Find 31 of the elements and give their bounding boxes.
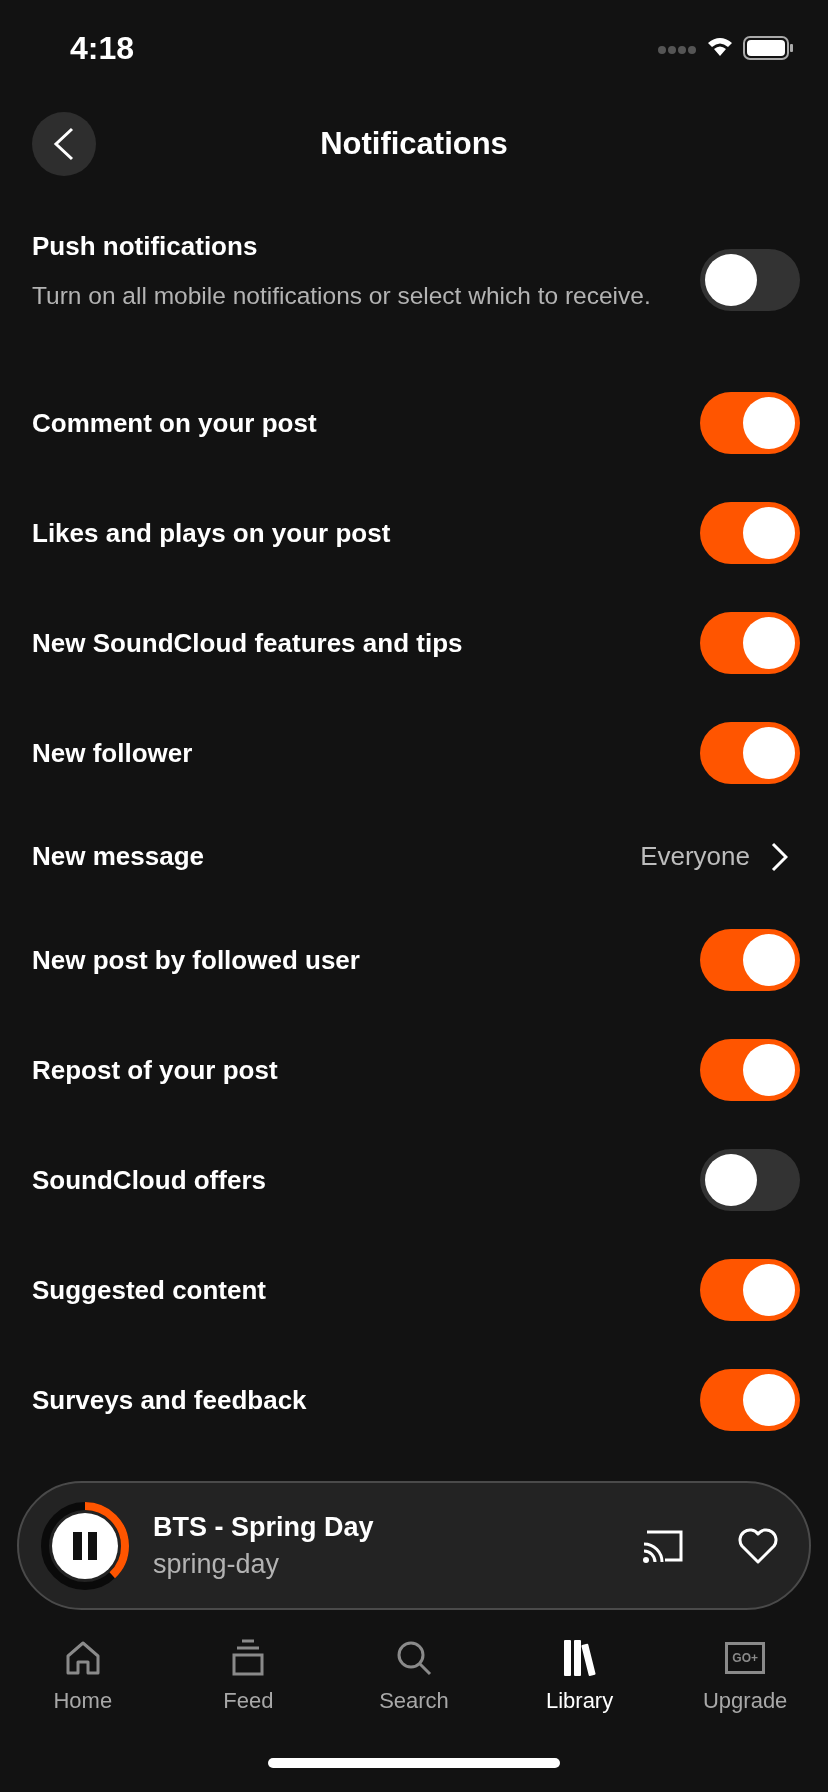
setting-label: Surveys and feedback	[32, 1384, 307, 1416]
setting-value-link[interactable]: Everyone	[640, 841, 800, 872]
battery-icon	[743, 36, 793, 60]
tab-bar-item[interactable]: Home	[7, 1638, 158, 1714]
setting-label: Likes and plays on your post	[32, 517, 391, 549]
setting-label: New post by followed user	[32, 944, 360, 976]
setting-label: New message	[32, 841, 204, 872]
heart-button[interactable]	[737, 1526, 779, 1565]
pause-button[interactable]	[41, 1501, 129, 1590]
chevron-right-icon	[770, 841, 788, 872]
tab-bar-item[interactable]: Feed	[173, 1638, 324, 1714]
mini-player[interactable]: BTS - Spring Day spring-day	[17, 1481, 811, 1610]
setting-label: New follower	[32, 737, 193, 769]
track-title: BTS - Spring Day	[153, 1511, 375, 1543]
tab-bar-item[interactable]: Search	[339, 1638, 489, 1714]
setting-description: Turn on all mobile notifications or select which to receive.	[32, 280, 652, 311]
setting-label: Push notifications	[32, 230, 259, 262]
tab-bar-item[interactable]: Library	[504, 1638, 655, 1714]
status-time: 4:18	[70, 29, 135, 67]
track-subtitle: spring-day	[153, 1548, 281, 1580]
wifi-icon	[708, 38, 732, 56]
go-plus-icon: GO+	[725, 1642, 766, 1674]
setting-label: New SoundCloud features and tips	[32, 627, 463, 659]
setting-label: Repost of your post	[32, 1054, 278, 1086]
tab-bar-item[interactable]: GO+ Upgrade	[670, 1638, 821, 1714]
setting-label: Comment on your post	[32, 407, 317, 439]
back-icon	[52, 127, 76, 161]
setting-label: SoundCloud offers	[32, 1164, 266, 1196]
signal-icon	[658, 46, 696, 54]
page-title: Notifications	[320, 126, 508, 162]
setting-label: Suggested content	[32, 1274, 266, 1306]
